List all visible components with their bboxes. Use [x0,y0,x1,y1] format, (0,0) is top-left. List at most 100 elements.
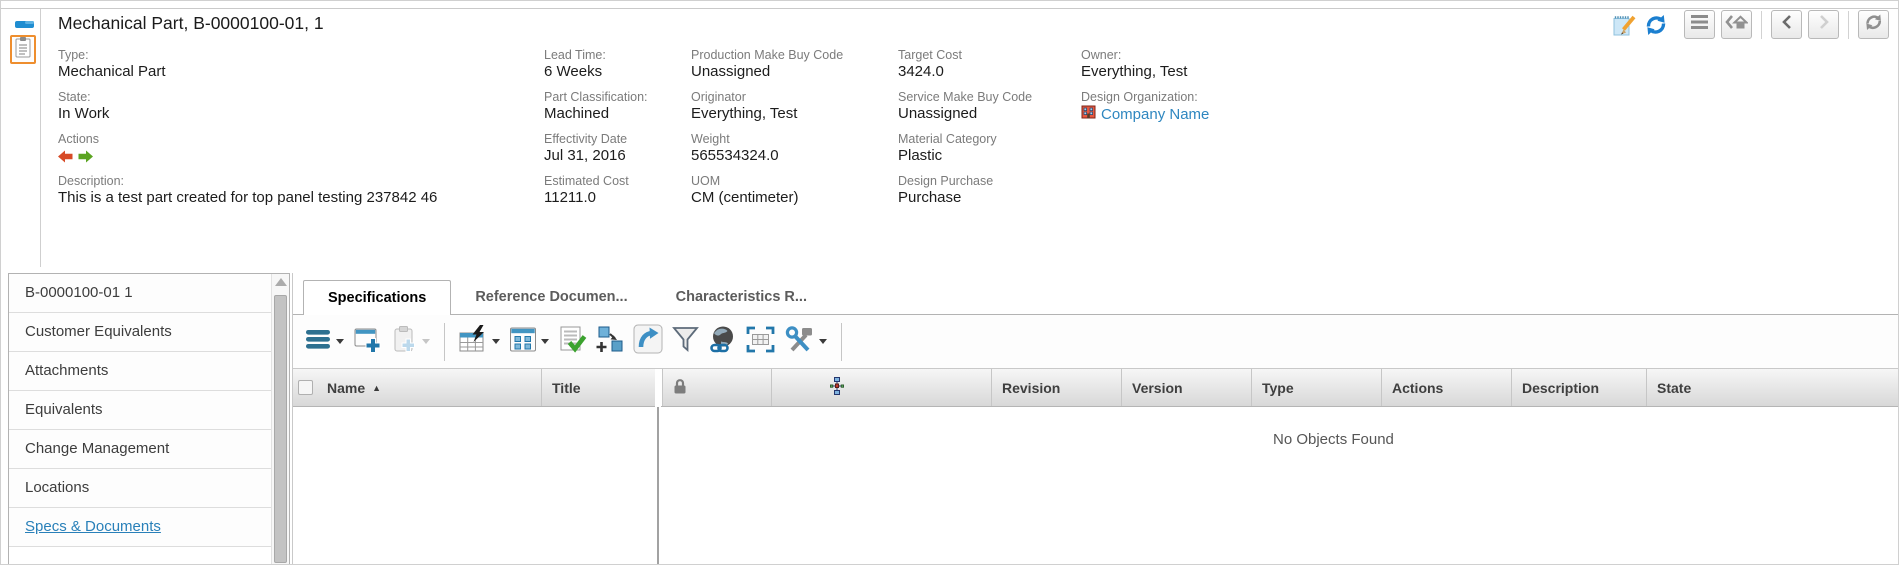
display-options-button[interactable] [509,326,549,358]
toolbar-divider [841,323,842,361]
field-value: Unassigned [691,63,896,81]
sort-ascending-icon: ▲ [372,383,381,393]
tab-characteristics[interactable]: Characteristics R... [652,280,831,314]
dropdown-caret-icon [422,339,430,344]
field-label: UOM [691,173,896,189]
field-label: Target Cost [898,47,1078,63]
frozen-pane-splitter[interactable] [655,369,661,564]
demote-red-arrow-icon[interactable] [58,150,73,163]
column-label: Description [1522,380,1599,396]
divider [1761,11,1762,39]
field-value: Jul 31, 2016 [544,147,689,165]
tab-reference-documents[interactable]: Reference Documen... [451,280,651,314]
select-table-icon [746,326,775,358]
divider [1848,11,1849,39]
column-label: Actions [1392,380,1443,396]
column-header-revision[interactable]: Revision [992,369,1122,406]
sync-icon[interactable] [1643,13,1669,37]
collapse-pane-handle[interactable] [15,21,34,28]
hamburger-icon [1691,15,1708,34]
display-options-icon [509,326,537,358]
back-button[interactable] [1771,10,1802,39]
sidebar-item-locations[interactable]: Locations [9,469,271,508]
column-label: State [1657,380,1691,396]
open-in-window-button[interactable] [633,324,663,359]
create-new-button[interactable] [353,325,382,359]
select-all-checkbox[interactable] [298,380,313,395]
back-home-button[interactable] [1721,10,1752,39]
field-value: 6 Weeks [544,63,689,81]
refresh-button[interactable] [1858,10,1889,39]
field-value: 11211.0 [544,189,689,207]
menu-icon [306,328,332,356]
bulk-edit-icon [459,325,488,358]
chevron-right-icon [1818,14,1830,35]
field-value: Everything, Test [1081,63,1411,81]
column-header-structure[interactable] [772,369,992,406]
summary-column-5: Owner: Everything, Test Design Organizat… [1081,47,1411,131]
column-header-state[interactable]: State [1647,369,1898,406]
promote-green-arrow-icon[interactable] [78,150,93,163]
add-related-button[interactable] [596,325,624,358]
column-header-actions[interactable]: Actions [1382,369,1512,406]
actions-arrows [58,147,528,165]
add-related-icon [596,325,624,358]
sidebar-item-equivalents[interactable]: Equivalents [9,391,271,430]
column-header-name[interactable]: Name ▲ [317,369,542,406]
check-in-button[interactable] [558,325,587,358]
column-header-version[interactable]: Version [1122,369,1252,406]
open-in-window-icon [633,324,663,359]
copy-link-button[interactable] [708,325,737,359]
column-label: Version [1132,380,1183,396]
scroll-up-arrow-icon[interactable] [275,278,287,286]
select-all-checkbox-cell [293,369,317,406]
field-value: CM (centimeter) [691,189,896,207]
summary-column-1: Type: Mechanical Part State: In Work Act… [58,47,528,215]
edit-note-icon[interactable] [1612,13,1637,37]
tools-icon [784,326,815,358]
field-label: Part Classification: [544,89,689,105]
field-value: 565534324.0 [691,147,896,165]
filter-button[interactable] [672,326,699,358]
field-value: This is a test part created for top pane… [58,189,528,207]
tab-specifications[interactable]: Specifications [303,280,451,315]
paste-button-disabled[interactable] [391,325,430,359]
column-header-description[interactable]: Description [1512,369,1647,406]
bulk-edit-button[interactable] [459,325,500,358]
summary-column-3: Production Make Buy Code Unassigned Orig… [691,47,896,215]
sidebar-item-customer-equivalents[interactable]: Customer Equivalents [9,313,271,352]
scrollbar-thumb[interactable] [274,295,287,563]
column-header-type[interactable]: Type [1252,369,1382,406]
company-building-icon [1081,105,1096,124]
column-header-title[interactable]: Title [542,369,657,406]
field-value: In Work [58,105,528,123]
column-header-lock[interactable] [662,369,772,406]
menu-button[interactable] [1684,10,1715,39]
table-header-row: Name ▲ Title Revision Version Type Actio… [293,369,1898,407]
sidebar-item-specs-documents[interactable]: Specs & Documents [9,508,271,547]
tools-button[interactable] [784,326,827,358]
field-label: Description: [58,173,528,189]
design-organization-link[interactable]: Company Name [1101,106,1209,123]
field-label: Estimated Cost [544,173,689,189]
forward-button[interactable] [1808,10,1839,39]
navigation-list: B-0000100-01 1 Customer Equivalents Atta… [9,274,271,565]
field-value: Machined [544,105,689,123]
filter-icon [672,326,699,358]
select-table-button[interactable] [746,326,775,358]
menu-button[interactable] [306,328,344,356]
home-chevron-icon [1725,14,1748,35]
field-label: Weight [691,131,896,147]
summary-column-4: Target Cost 3424.0 Service Make Buy Code… [898,47,1078,215]
field-label: Type: [58,47,528,63]
sidebar-item-part[interactable]: B-0000100-01 1 [9,274,271,313]
field-value: Mechanical Part [58,63,528,81]
sidebar-item-change-management[interactable]: Change Management [9,430,271,469]
column-label: Title [552,380,581,396]
field-value: Unassigned [898,105,1078,123]
field-label: Production Make Buy Code [691,47,896,63]
sidebar-item-attachments[interactable]: Attachments [9,352,271,391]
column-label: Revision [1002,380,1060,396]
sidebar-scrollbar[interactable] [271,274,289,565]
clipboard-tab-button[interactable] [10,35,36,64]
